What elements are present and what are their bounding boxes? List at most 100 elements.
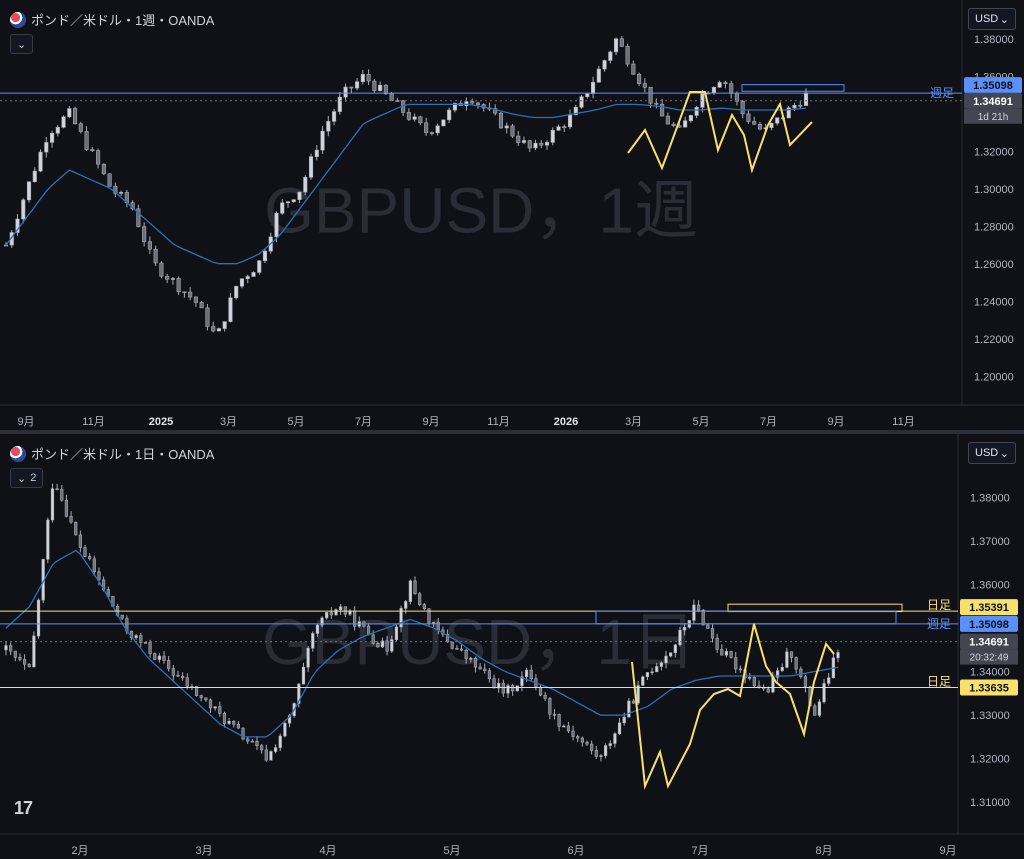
candle-up bbox=[441, 119, 446, 127]
daily-chart-panel[interactable]: GBPUSD，1日1.380001.370001.360001.350001.3… bbox=[0, 434, 1024, 859]
candle-down bbox=[475, 102, 480, 105]
daily-indicator-count: 2 bbox=[30, 472, 37, 484]
weekly-collapse-button[interactable]: ⌄ bbox=[10, 34, 34, 54]
candle-up bbox=[608, 51, 613, 61]
candle-up bbox=[544, 142, 550, 146]
candle-down bbox=[349, 86, 354, 89]
candle-down bbox=[176, 278, 181, 293]
candle-down bbox=[706, 624, 710, 629]
candle-up bbox=[311, 633, 315, 649]
candle-down bbox=[97, 571, 101, 581]
candle-up bbox=[44, 142, 49, 153]
candle-up bbox=[308, 156, 314, 178]
weekly-currency-select[interactable]: USD ⌄ bbox=[968, 8, 1016, 30]
candle-down bbox=[794, 657, 798, 670]
candle-up bbox=[285, 201, 291, 204]
candle-down bbox=[22, 659, 27, 665]
candle-up bbox=[650, 671, 654, 674]
candle-down bbox=[543, 694, 547, 699]
candle-up bbox=[717, 82, 722, 88]
candle-down bbox=[594, 750, 598, 757]
candle-up bbox=[394, 626, 399, 640]
candle-down bbox=[182, 291, 187, 294]
daily-level-price-tag: 1.35391 bbox=[969, 602, 1009, 614]
x-tick-label: 6月 bbox=[567, 845, 584, 857]
candle-down bbox=[487, 670, 491, 679]
candle-down bbox=[757, 124, 763, 130]
candle-up bbox=[627, 700, 631, 718]
candle-up bbox=[262, 250, 268, 262]
candle-down bbox=[90, 149, 95, 152]
candle-down bbox=[101, 163, 106, 175]
candle-down bbox=[84, 131, 89, 150]
candle-down bbox=[459, 648, 464, 651]
daily-currency-select[interactable]: USD ⌄ bbox=[968, 442, 1016, 464]
candle-down bbox=[501, 683, 505, 694]
y-tick-label: 1.24000 bbox=[974, 296, 1014, 308]
x-tick-label: 5月 bbox=[692, 416, 709, 428]
candle-down bbox=[464, 649, 468, 659]
candle-up bbox=[170, 278, 175, 280]
candle-down bbox=[562, 126, 567, 128]
candle-up bbox=[822, 683, 826, 703]
x-tick-label: 9月 bbox=[827, 416, 844, 428]
candle-up bbox=[408, 580, 412, 602]
candle-down bbox=[418, 593, 422, 605]
candle-down bbox=[738, 668, 742, 671]
chevron-down-icon: ⌄ bbox=[17, 472, 27, 485]
daily-chart[interactable]: GBPUSD，1日1.380001.370001.360001.350001.3… bbox=[0, 434, 1024, 859]
daily-level-label: 日足 bbox=[927, 675, 951, 689]
candle-up bbox=[337, 96, 342, 112]
candle-up bbox=[134, 635, 138, 638]
candle-down bbox=[343, 606, 347, 615]
candle-down bbox=[69, 516, 73, 523]
candle-down bbox=[580, 737, 584, 743]
candle-up bbox=[596, 68, 601, 83]
candle-down bbox=[729, 651, 733, 658]
candle-up bbox=[355, 81, 360, 89]
candle-down bbox=[529, 669, 533, 680]
daily-title-text: ポンド／米ドル・1日・OANDA bbox=[31, 447, 215, 462]
candle-up bbox=[636, 685, 640, 704]
candle-down bbox=[92, 558, 96, 573]
candle-down bbox=[789, 651, 794, 658]
candle-up bbox=[556, 126, 561, 131]
candle-up bbox=[688, 115, 693, 122]
candle-down bbox=[418, 116, 423, 124]
candle-up bbox=[469, 658, 473, 660]
candle-up bbox=[334, 609, 338, 616]
candle-up bbox=[748, 677, 752, 679]
tradingview-logo[interactable]: 17 bbox=[14, 798, 33, 819]
candle-up bbox=[694, 106, 699, 116]
candle-down bbox=[120, 614, 124, 619]
candle-up bbox=[700, 92, 705, 108]
daily-chart-title: ポンド／米ドル・1日・OANDA bbox=[10, 444, 214, 463]
candle-down bbox=[566, 725, 571, 732]
candle-down bbox=[142, 226, 147, 242]
candle-down bbox=[204, 697, 208, 701]
candle-up bbox=[617, 722, 622, 735]
candle-down bbox=[470, 101, 475, 104]
candle-up bbox=[303, 176, 308, 193]
weekly-chart-panel[interactable]: GBPUSD，1週1.380001.360001.340001.320001.3… bbox=[0, 0, 1024, 430]
candle-up bbox=[599, 755, 603, 757]
candle-up bbox=[412, 116, 417, 120]
candle-down bbox=[18, 657, 22, 660]
y-tick-label: 1.36000 bbox=[970, 580, 1010, 592]
candle-up bbox=[567, 114, 573, 128]
candle-up bbox=[504, 125, 509, 129]
candle-down bbox=[78, 534, 82, 548]
candle-down bbox=[492, 678, 496, 689]
candle-down bbox=[211, 326, 216, 332]
candle-down bbox=[478, 666, 482, 670]
candle-down bbox=[88, 556, 92, 560]
candle-up bbox=[622, 716, 626, 724]
daily-level-label: 日足 bbox=[927, 598, 951, 612]
candle-up bbox=[32, 635, 36, 668]
daily-collapse-button[interactable]: ⌄ 2 bbox=[10, 468, 44, 488]
candle-up bbox=[36, 599, 41, 637]
candle-up bbox=[46, 519, 50, 560]
candle-down bbox=[406, 112, 411, 120]
weekly-chart[interactable]: GBPUSD，1週1.380001.360001.340001.320001.3… bbox=[0, 0, 1024, 430]
candle-up bbox=[785, 651, 789, 668]
